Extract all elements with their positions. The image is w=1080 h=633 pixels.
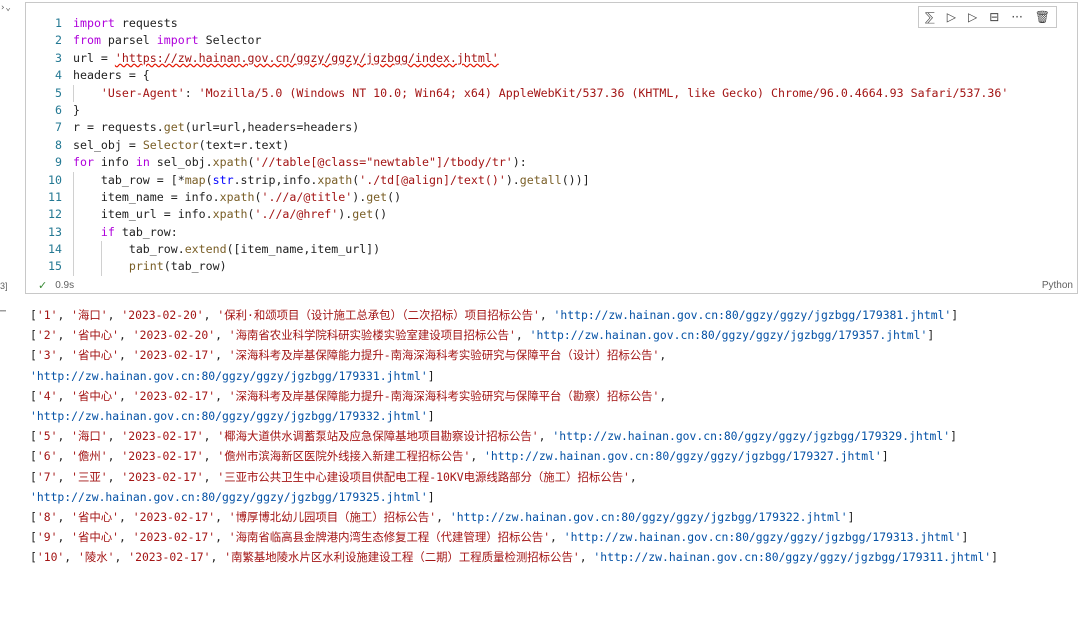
- output-line: ['7', '三亚', '2023-02-17', '三亚市公共卫生中心建设项目…: [30, 469, 637, 484]
- output-collapse-icon[interactable]: ⋯: [0, 306, 6, 317]
- line-number: 1: [55, 16, 62, 30]
- code-text: url = 'https://zw.hainan.gov.cn/ggzy/ggz…: [73, 50, 499, 65]
- output-line: ['6', '儋州', '2023-02-17', '儋州市滨海新区医院外线接入…: [30, 449, 889, 464]
- code-text: 'User-Agent': 'Mozilla/5.0 (Windows NT 1…: [73, 84, 1077, 102]
- execution-count: 3]: [0, 281, 8, 291]
- code-text: import requests: [73, 16, 178, 30]
- output-line: ['2', '省中心', '2023-02-20', '海南省农业科学院科研实验…: [30, 328, 935, 343]
- line-number: 7: [55, 120, 62, 135]
- collapse-chevron-icon[interactable]: ›⌄: [0, 3, 11, 13]
- code-text: r = requests.get(url=url,headers=headers…: [73, 120, 360, 135]
- line-number: 9: [55, 155, 62, 170]
- code-line[interactable]: 10 tab_row = [*map(str.strip,info.xpath(…: [26, 171, 1077, 189]
- code-cell[interactable]: ⅀ ▷ ▷ ⊟ ··· 🗑 1 import requests 2 from pars…: [25, 2, 1078, 294]
- execution-time: 0.9s: [55, 279, 75, 291]
- line-number: 5: [55, 85, 62, 100]
- code-line[interactable]: 3 url = 'https://zw.hainan.gov.cn/ggzy/gg…: [26, 50, 1077, 67]
- cell-status-bar: ✓ 0.9s Python: [26, 277, 1077, 293]
- code-editor[interactable]: 1 import requests 2 from parsel import Sele…: [26, 15, 1077, 276]
- code-text: for info in sel_obj.xpath('//table[@clas…: [73, 155, 527, 170]
- output-line: ['9', '省中心', '2023-02-17', '海南省临高县金牌港内湾生…: [30, 530, 969, 545]
- line-number: 3: [55, 50, 62, 65]
- output-line: ['10', '陵水', '2023-02-17', '南繁基地陵水片区水利设施…: [30, 550, 999, 565]
- code-line[interactable]: 1 import requests: [26, 15, 1077, 32]
- code-line[interactable]: 6}: [26, 102, 1077, 119]
- code-text: headers = {: [73, 68, 150, 83]
- code-line[interactable]: 7 r = requests.get(url=url,headers=header…: [26, 119, 1077, 136]
- code-line[interactable]: 4 headers = {: [26, 67, 1077, 84]
- output-line: ['5', '海口', '2023-02-17', '椰海大道供水调蓄泵站及应急…: [30, 429, 957, 444]
- code-line[interactable]: 2 from parsel import Selector: [26, 32, 1077, 49]
- output-line: ['4', '省中心', '2023-02-17', '深海科考及岸基保障能力提…: [30, 388, 667, 403]
- line-number: 2: [55, 33, 62, 48]
- output-line: ['3', '省中心', '2023-02-17', '深海科考及岸基保障能力提…: [30, 348, 667, 363]
- code-text: sel_obj = Selector(text=r.text): [73, 137, 290, 152]
- output-line: 'http://zw.hainan.gov.cn:80/ggzy/ggzy/jg…: [30, 489, 435, 504]
- code-text: }: [73, 102, 80, 117]
- code-line[interactable]: 15 print(tab_row): [26, 258, 1077, 276]
- code-line[interactable]: 8 sel_obj = Selector(text=r.text): [26, 137, 1077, 154]
- code-text: tab_row = [*map(str.strip,info.xpath('./…: [73, 171, 1077, 189]
- line-number: 10: [48, 172, 62, 187]
- line-number: 13: [48, 224, 62, 239]
- language-indicator[interactable]: Python: [1042, 280, 1073, 291]
- code-line[interactable]: 12 item_url = info.xpath('.//a/@href').g…: [26, 206, 1077, 224]
- code-line[interactable]: 9 for info in sel_obj.xpath('//table[@cla…: [26, 154, 1077, 171]
- code-line[interactable]: 11 item_name = info.xpath('.//a/@title')…: [26, 188, 1077, 207]
- line-number: 15: [48, 259, 62, 274]
- line-number: 14: [48, 242, 62, 257]
- code-text: item_name = info.xpath('.//a/@title').ge…: [73, 188, 1077, 207]
- code-text: item_url = info.xpath('.//a/@href').get(…: [73, 206, 1077, 224]
- success-check-icon: ✓: [38, 279, 48, 292]
- code-text: tab_row.extend([item_name,item_url]): [73, 241, 1077, 259]
- line-number: 6: [55, 102, 62, 117]
- cell-output: ['1', '海口', '2023-02-20', '保利·和颂项目（设计施工总…: [30, 305, 1075, 567]
- line-number: 12: [48, 207, 62, 222]
- output-line: ['1', '海口', '2023-02-20', '保利·和颂项目（设计施工总…: [30, 308, 959, 322]
- output-line: ['8', '省中心', '2023-02-17', '博厚博北幼儿园项目（施工…: [30, 509, 855, 524]
- line-number: 11: [48, 189, 62, 204]
- line-number: 8: [55, 137, 62, 152]
- code-line[interactable]: 5 'User-Agent': 'Mozilla/5.0 (Windows NT…: [26, 84, 1077, 102]
- code-line[interactable]: 13 if tab_row:: [26, 223, 1077, 242]
- code-text: if tab_row:: [73, 223, 1077, 242]
- code-text: from parsel import Selector: [73, 33, 262, 48]
- output-line: 'http://zw.hainan.gov.cn:80/ggzy/ggzy/jg…: [30, 368, 435, 383]
- output-line: 'http://zw.hainan.gov.cn:80/ggzy/ggzy/jg…: [30, 408, 435, 423]
- code-line[interactable]: 14 tab_row.extend([item_name,item_url]): [26, 241, 1077, 259]
- line-number: 4: [55, 68, 62, 83]
- code-text: print(tab_row): [73, 258, 1077, 276]
